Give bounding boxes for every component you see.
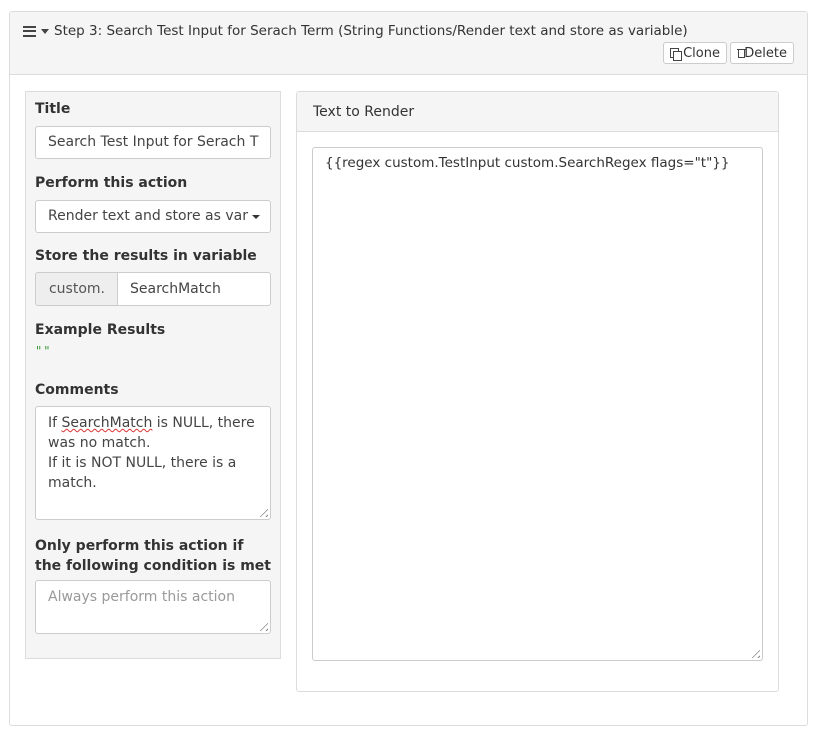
title-input[interactable]: Search Test Input for Serach T xyxy=(35,126,271,159)
delete-button[interactable]: Delete xyxy=(730,42,794,64)
condition-input[interactable]: Always perform this action xyxy=(35,580,271,634)
comments-text-pre: If xyxy=(48,415,62,431)
step-title: Step 3: Search Test Input for Serach Ter… xyxy=(54,23,688,39)
comments-text-line2: If it is NOT NULL, there is a match. xyxy=(48,455,237,491)
resize-handle-icon[interactable] xyxy=(256,619,268,631)
variable-name-input[interactable]: SearchMatch xyxy=(117,272,271,306)
render-template-textarea[interactable]: {{regex custom.TestInput custom.SearchRe… xyxy=(312,147,763,661)
clone-icon xyxy=(670,47,682,61)
trash-icon xyxy=(737,48,746,59)
example-results-label: Example Results xyxy=(35,322,166,338)
action-select[interactable]: Render text and store as var xyxy=(35,200,271,233)
clone-button[interactable]: Clone xyxy=(663,42,727,64)
clone-label: Clone xyxy=(683,45,720,61)
step-title-row: Step 3: Search Test Input for Serach Ter… xyxy=(23,23,688,39)
example-results-value: "" xyxy=(35,344,52,358)
step-header: Step 3: Search Test Input for Serach Ter… xyxy=(10,12,807,75)
title-label: Title xyxy=(35,101,71,117)
store-variable-label: Store the results in variable xyxy=(35,248,257,264)
collapse-caret-icon[interactable] xyxy=(41,28,49,34)
chevron-down-icon xyxy=(252,215,260,219)
condition-label-text: Only perform this action if the followin… xyxy=(35,538,271,574)
resize-handle-icon[interactable] xyxy=(256,505,268,517)
comments-textarea[interactable]: If SearchMatch is NULL, there was no mat… xyxy=(35,406,271,520)
action-select-value: Render text and store as var xyxy=(48,208,248,224)
condition-placeholder: Always perform this action xyxy=(48,589,235,605)
resize-handle-icon[interactable] xyxy=(748,646,760,658)
drag-handle-icon[interactable] xyxy=(23,25,36,37)
spellcheck-word: SearchMatch xyxy=(61,415,153,431)
comments-label: Comments xyxy=(35,382,119,398)
action-label: Perform this action xyxy=(35,175,188,191)
variable-prefix: custom. xyxy=(35,272,118,306)
delete-label: Delete xyxy=(744,45,787,61)
render-heading: Text to Render xyxy=(297,92,778,132)
render-template-text: {{regex custom.TestInput custom.SearchRe… xyxy=(325,155,730,171)
